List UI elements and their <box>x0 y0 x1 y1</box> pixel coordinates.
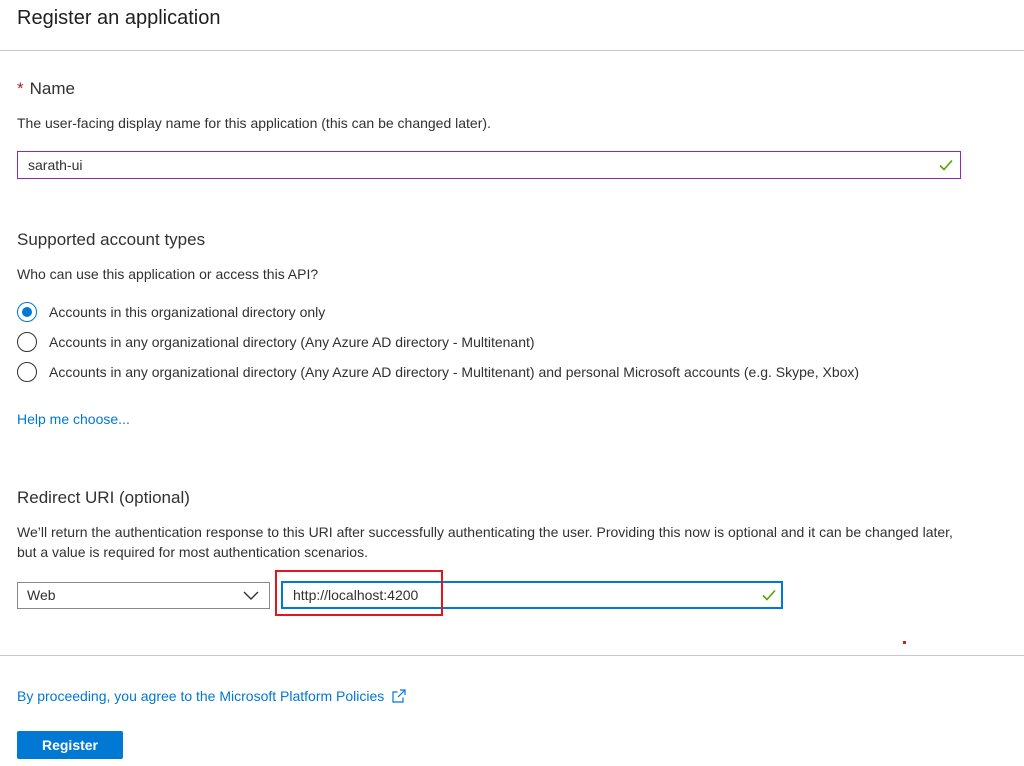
valid-check-icon <box>938 157 954 173</box>
app-name-input[interactable]: sarath-ui <box>17 151 961 179</box>
platform-policies-label: By proceeding, you agree to the Microsof… <box>17 688 384 704</box>
radio-label: Accounts in any organizational directory… <box>49 364 859 380</box>
account-type-option-single-tenant[interactable]: Accounts in this organizational director… <box>17 300 325 324</box>
annotation-dot <box>903 641 906 644</box>
redirect-uri-input[interactable]: http://localhost:4200 <box>281 581 783 609</box>
account-type-option-multitenant-personal[interactable]: Accounts in any organizational directory… <box>17 360 859 384</box>
valid-check-icon <box>761 587 777 603</box>
platform-select-value: Web <box>27 587 56 603</box>
register-button[interactable]: Register <box>17 731 123 759</box>
required-indicator: * <box>17 79 24 98</box>
name-heading: * Name <box>17 78 75 100</box>
platform-select[interactable]: Web <box>17 582 270 609</box>
register-app-page: Register an application * Name The user-f… <box>0 0 1024 766</box>
radio-selected-icon[interactable] <box>17 302 37 322</box>
name-description: The user-facing display name for this ap… <box>17 113 491 133</box>
chevron-down-icon <box>243 589 259 601</box>
redirect-uri-heading: Redirect URI (optional) <box>17 487 190 509</box>
radio-label: Accounts in this organizational director… <box>49 304 325 320</box>
redirect-uri-value: http://localhost:4200 <box>293 587 418 603</box>
platform-policies-link[interactable]: By proceeding, you agree to the Microsof… <box>17 688 406 704</box>
app-name-value: sarath-ui <box>28 157 82 173</box>
account-types-heading: Supported account types <box>17 229 205 251</box>
radio-unselected-icon[interactable] <box>17 362 37 382</box>
redirect-uri-description: We’ll return the authentication response… <box>17 522 957 562</box>
radio-label: Accounts in any organizational directory… <box>49 334 535 350</box>
footer-divider <box>0 655 1024 656</box>
account-types-question: Who can use this application or access t… <box>17 264 318 284</box>
header-divider <box>0 50 1024 51</box>
account-type-option-multitenant[interactable]: Accounts in any organizational directory… <box>17 330 535 354</box>
external-link-icon <box>392 689 406 703</box>
radio-unselected-icon[interactable] <box>17 332 37 352</box>
name-heading-label: Name <box>30 79 75 98</box>
help-me-choose-link[interactable]: Help me choose... <box>17 411 130 427</box>
page-title: Register an application <box>17 4 220 32</box>
